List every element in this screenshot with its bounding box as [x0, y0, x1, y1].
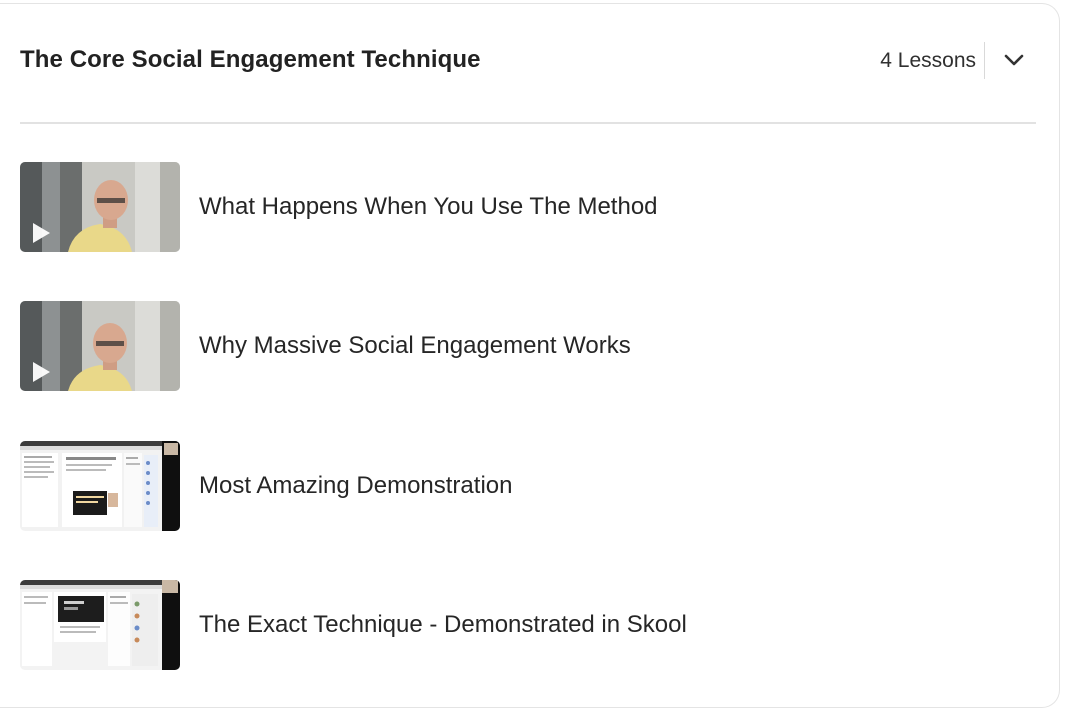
lesson-title: What Happens When You Use The Method	[199, 193, 658, 220]
lesson-thumbnail[interactable]	[20, 441, 180, 531]
lesson-item[interactable]: Why Massive Social Engagement Works	[20, 301, 1036, 391]
collapse-toggle-button[interactable]	[998, 44, 1030, 76]
lesson-item[interactable]: What Happens When You Use The Method	[20, 162, 1036, 252]
play-icon	[33, 362, 50, 382]
play-icon	[33, 502, 50, 522]
header-divider	[984, 42, 985, 79]
play-icon	[33, 641, 50, 661]
lesson-title: The Exact Technique - Demonstrated in Sk…	[199, 611, 687, 638]
lesson-item[interactable]: The Exact Technique - Demonstrated in Sk…	[20, 580, 1036, 670]
section-title: The Core Social Engagement Technique	[20, 46, 481, 73]
lesson-item[interactable]: Most Amazing Demonstration	[20, 441, 1036, 531]
lessons-count: 4 Lessons	[880, 49, 976, 72]
play-icon	[33, 223, 50, 243]
lesson-thumbnail[interactable]	[20, 162, 180, 252]
lesson-thumbnail[interactable]	[20, 580, 180, 670]
lesson-thumbnail[interactable]	[20, 301, 180, 391]
course-section-card: The Core Social Engagement Technique 4 L…	[0, 3, 1060, 708]
lesson-title: Why Massive Social Engagement Works	[199, 332, 631, 359]
chevron-down-icon	[1004, 54, 1024, 66]
lesson-title: Most Amazing Demonstration	[199, 472, 513, 499]
section-header[interactable]: The Core Social Engagement Technique 4 L…	[20, 4, 1036, 124]
